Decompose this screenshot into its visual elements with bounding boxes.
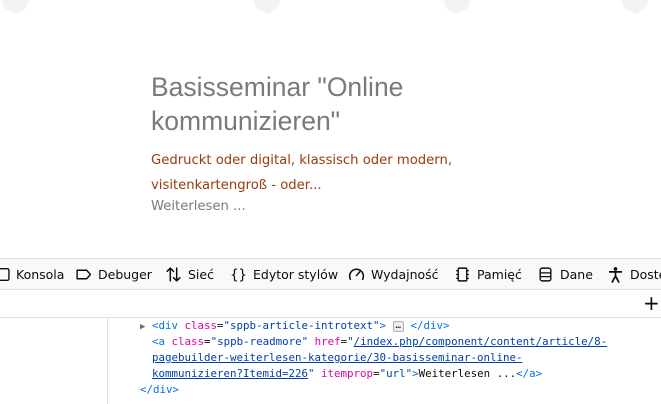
tab-label: Dostę bbox=[630, 267, 661, 282]
inspector-toolbar: + bbox=[0, 290, 661, 318]
decorative-bow-icon bbox=[440, 0, 474, 16]
tag-end: </div> bbox=[410, 319, 450, 332]
tag-end: </a> bbox=[516, 367, 543, 380]
tab-debugger[interactable]: Debuger bbox=[75, 259, 152, 289]
markup-node-a-readmore-cont: pagebuilder-weiterlesen-kategorie/30-bas… bbox=[152, 350, 523, 366]
storage-icon bbox=[537, 266, 554, 283]
markup-node-div-close[interactable]: </div> bbox=[140, 382, 179, 398]
tab-console[interactable]: Konsola bbox=[0, 259, 65, 289]
href-link[interactable]: kommunizieren?Itemid=226 bbox=[152, 367, 308, 380]
tab-storage[interactable]: Dane bbox=[537, 259, 593, 289]
tab-style-editor[interactable]: {} Edytor stylów bbox=[230, 259, 339, 289]
tab-label: Pamięć bbox=[477, 267, 522, 282]
markup-view: ▶ <div class="sppb-article-introtext"> …… bbox=[0, 318, 661, 404]
node-text[interactable]: Weiterlesen ... bbox=[419, 367, 517, 380]
style-editor-icon: {} bbox=[230, 266, 247, 283]
tag-close-bracket: > bbox=[379, 319, 387, 332]
decorative-bow-icon bbox=[250, 0, 284, 16]
tab-label: Edytor stylów bbox=[253, 267, 339, 282]
attr-name[interactable]: itemprop bbox=[321, 367, 373, 380]
markup-node-div-introtext[interactable]: ▶ <div class="sppb-article-introtext"> …… bbox=[140, 318, 450, 335]
attr-value[interactable]: "sppb-article-introtext" bbox=[224, 319, 380, 332]
attr-name[interactable]: class bbox=[172, 335, 205, 348]
tag-end: </div> bbox=[140, 383, 180, 396]
tab-label: Sieć bbox=[188, 267, 214, 282]
svg-text:{}: {} bbox=[230, 267, 247, 283]
devtools-tab-bar: Konsola Debuger Sieć {} Edytor stylów Wy… bbox=[0, 258, 661, 290]
tab-label: Debuger bbox=[98, 267, 152, 282]
tab-label: Konsola bbox=[16, 267, 65, 282]
attr-name[interactable]: href bbox=[315, 335, 341, 348]
tag-open: <a bbox=[152, 335, 166, 348]
tag-open: <div bbox=[151, 319, 178, 332]
tab-accessibility[interactable]: Dostę bbox=[607, 259, 661, 289]
console-icon bbox=[0, 266, 10, 283]
tab-network[interactable]: Sieć bbox=[165, 259, 214, 289]
markup-node-a-readmore[interactable]: <a class="sppb-readmore" href="/index.ph… bbox=[152, 334, 607, 350]
expand-twisty-icon[interactable]: ▶ bbox=[140, 322, 145, 332]
attr-value[interactable]: "sppb-readmore" bbox=[211, 335, 309, 348]
collapsed-content-badge[interactable]: … bbox=[392, 321, 404, 332]
add-node-button[interactable]: + bbox=[643, 293, 661, 313]
attr-name[interactable]: class bbox=[184, 319, 217, 332]
memory-icon bbox=[454, 266, 471, 283]
tab-memory[interactable]: Pamięć bbox=[454, 259, 522, 289]
page-content: Basisseminar "Online kommunizieren" Gedr… bbox=[0, 0, 661, 258]
decorative-bow-icon bbox=[618, 0, 652, 16]
tab-performance[interactable]: Wydajność bbox=[348, 259, 439, 289]
readmore-link[interactable]: Weiterlesen ... bbox=[151, 197, 246, 217]
markup-gutter-divider bbox=[107, 318, 108, 404]
href-link[interactable]: pagebuilder-weiterlesen-kategorie/30-bas… bbox=[152, 351, 523, 364]
decorative-bow-icon bbox=[0, 0, 32, 16]
network-icon bbox=[165, 266, 182, 283]
tab-label: Wydajność bbox=[371, 267, 439, 282]
article-title[interactable]: Basisseminar "Online kommunizieren" bbox=[151, 70, 591, 138]
accessibility-icon bbox=[607, 266, 624, 283]
href-link[interactable]: /index.php/component/content/article/8- bbox=[354, 335, 608, 348]
attr-value[interactable]: "url" bbox=[380, 367, 413, 380]
href-quote: " bbox=[308, 367, 315, 380]
devtools-panel: Konsola Debuger Sieć {} Edytor stylów Wy… bbox=[0, 258, 661, 404]
article-introtext: Gedruckt oder digital, klassisch oder mo… bbox=[151, 153, 453, 193]
markup-node-a-readmore-cont: kommunizieren?Itemid=226" itemprop="url"… bbox=[152, 366, 542, 382]
debugger-icon bbox=[75, 266, 92, 283]
performance-icon bbox=[348, 266, 365, 283]
tab-label: Dane bbox=[560, 267, 593, 282]
